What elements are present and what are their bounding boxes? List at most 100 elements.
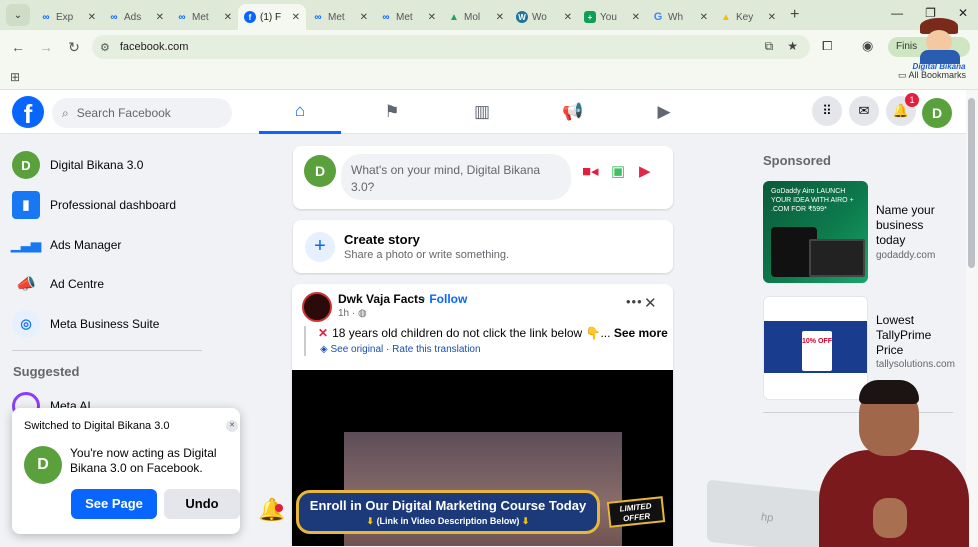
install-app-icon[interactable]: ⧉: [765, 39, 774, 54]
forward-icon[interactable]: →: [32, 39, 60, 55]
reload-icon[interactable]: ↻: [60, 39, 88, 56]
browser-tab[interactable]: + You ✕: [578, 4, 646, 30]
google-drive-icon: ▲: [449, 11, 459, 23]
browser-tab[interactable]: W Wo ✕: [510, 4, 578, 30]
tab-search-dropdown[interactable]: ⌄: [6, 4, 30, 26]
toast-close-icon[interactable]: ✕: [226, 420, 238, 432]
dashboard-chart-icon: ▮: [12, 191, 40, 219]
minimize-icon[interactable]: —: [891, 6, 903, 20]
translation-links[interactable]: ◈ See original · Rate this translation: [320, 344, 481, 355]
undo-button[interactable]: Undo: [164, 489, 240, 519]
close-tab-icon[interactable]: ✕: [700, 12, 708, 23]
post-meta: 1h · ◍: [338, 308, 367, 319]
browser-tab[interactable]: ▲ Mol ✕: [442, 4, 510, 30]
see-page-button[interactable]: See Page: [71, 489, 157, 519]
close-tab-icon[interactable]: ✕: [360, 12, 368, 23]
menu-button[interactable]: ⠿: [812, 96, 842, 126]
business-suite-icon: ◎: [12, 310, 40, 338]
close-tab-icon[interactable]: ✕: [88, 12, 96, 23]
sidebar-item-label: Professional dashboard: [50, 198, 177, 212]
meta-icon: ∞: [42, 11, 50, 23]
ad-title[interactable]: Lowest TallyPrime Price: [876, 313, 946, 358]
nav-home-tab[interactable]: ⌂: [259, 90, 341, 134]
google-icon: G: [653, 11, 663, 23]
account-avatar[interactable]: D: [922, 98, 952, 128]
composer-input[interactable]: What's on your mind, Digital Bikana 3.0?: [341, 154, 571, 200]
grid-menu-icon: ⠿: [822, 103, 832, 118]
create-story-card[interactable]: + Create story Share a photo or write so…: [293, 220, 673, 273]
back-icon[interactable]: ←: [4, 39, 32, 55]
facebook-icon: f: [244, 11, 256, 23]
ad-image-godaddy[interactable]: GoDaddy Airo LAUNCH YOUR IDEA WITH AIRO …: [763, 181, 868, 283]
video-icon: ▶: [657, 102, 671, 121]
reel-icon[interactable]: ▶: [639, 162, 651, 180]
apps-grid-icon[interactable]: ⊞: [10, 70, 20, 84]
browser-tab-strip: ⌄ ∞ Exp ✕ ∞ Ads ✕ ∞ Met ✕ f (1) F ✕ ∞ Met ✕ ∞ Met ✕ …: [0, 0, 978, 30]
presenter-hand: [873, 498, 907, 538]
profile-icon[interactable]: ◉: [862, 38, 873, 54]
site-info-icon[interactable]: ⚙: [100, 41, 110, 54]
close-tab-icon[interactable]: ✕: [156, 12, 164, 23]
scrollbar-thumb[interactable]: [968, 98, 975, 268]
search-input[interactable]: ⌕ Search Facebook: [52, 98, 232, 128]
browser-tab[interactable]: ∞ Ads ✕: [102, 4, 170, 30]
wordpress-icon: W: [516, 11, 528, 23]
home-icon: ⌂: [294, 100, 306, 120]
megaphone-icon: 📣: [16, 276, 36, 293]
messenger-icon: ✉: [858, 103, 870, 118]
translate-icon: ◈: [320, 344, 331, 355]
channel-brand-badge: Digital Bikana: [906, 12, 972, 74]
new-tab-icon[interactable]: +: [790, 6, 799, 24]
sidebar-item-meta-business-suite[interactable]: ◎ Meta Business Suite: [12, 310, 159, 338]
extensions-icon[interactable]: ⧠: [822, 38, 832, 54]
close-tab-icon[interactable]: ✕: [496, 12, 504, 23]
sponsored-heading: Sponsored: [763, 153, 831, 168]
browser-tab[interactable]: G Wh ✕: [646, 4, 714, 30]
more-options-icon[interactable]: •••: [626, 294, 643, 309]
browser-tab[interactable]: ∞ Exp ✕: [34, 4, 102, 30]
browser-tab-active[interactable]: f (1) F ✕: [238, 4, 306, 30]
flag-icon: ⚑: [384, 102, 400, 121]
browser-tab[interactable]: ∞ Met ✕: [306, 4, 374, 30]
sidebar-item-ad-centre[interactable]: 📣 Ad Centre: [12, 270, 104, 298]
ad-title[interactable]: Name your business today: [876, 203, 946, 248]
follow-link[interactable]: · Follow: [422, 292, 467, 306]
close-tab-icon[interactable]: ✕: [428, 12, 436, 23]
messenger-button[interactable]: ✉: [849, 96, 879, 126]
browser-tab[interactable]: ∞ Met ✕: [374, 4, 442, 30]
create-story-title: Create story: [344, 232, 420, 247]
sidebar-item-professional-dashboard[interactable]: ▮ Professional dashboard: [12, 191, 176, 219]
toast-title: Switched to Digital Bikana 3.0: [24, 420, 170, 432]
live-video-icon[interactable]: ■◂: [582, 162, 599, 180]
sidebar-item-label: Ad Centre: [50, 277, 105, 291]
see-more-link[interactable]: See more: [614, 326, 668, 340]
google-sheets-icon: +: [584, 11, 596, 23]
browser-tab[interactable]: ▲ Key ✕: [714, 4, 782, 30]
close-tab-icon[interactable]: ✕: [224, 12, 232, 23]
post-author-name[interactable]: Dwk Vaja Facts: [338, 292, 425, 306]
bookmark-star-icon[interactable]: ★: [787, 39, 798, 54]
meta-icon: ∞: [314, 11, 322, 23]
url-field[interactable]: ⚙ facebook.com ⧉ ★: [92, 35, 810, 59]
switched-profile-toast: Switched to Digital Bikana 3.0 ✕ D You'r…: [12, 408, 240, 534]
nav-insights-tab[interactable]: ▥: [441, 90, 523, 134]
brand-name: Digital Bikana: [912, 62, 966, 71]
sidebar-item-profile[interactable]: D Digital Bikana 3.0: [12, 151, 143, 179]
sidebar-item-ads-manager[interactable]: ▁▃▅ Ads Manager: [11, 231, 122, 259]
facebook-logo[interactable]: f: [12, 96, 44, 129]
nav-ads-tab[interactable]: 📢: [532, 90, 614, 134]
hide-post-icon[interactable]: ✕: [644, 294, 657, 312]
close-tab-icon[interactable]: ✕: [292, 12, 300, 23]
post-author-avatar[interactable]: [302, 292, 332, 322]
address-toolbar: ← → ↻ ⚙ facebook.com ⧉ ★ ⧠ ◉: [0, 30, 978, 64]
ad-domain: godaddy.com: [876, 250, 936, 261]
down-arrow-icon: ⬇: [519, 516, 530, 526]
nav-pages-tab[interactable]: ⚑: [351, 90, 433, 134]
sidebar-item-label: Ads Manager: [50, 238, 122, 252]
browser-tab[interactable]: ∞ Met ✕: [170, 4, 238, 30]
close-tab-icon[interactable]: ✕: [768, 12, 776, 23]
photo-icon[interactable]: ▣: [611, 162, 625, 180]
close-tab-icon[interactable]: ✕: [632, 12, 640, 23]
nav-video-tab[interactable]: ▶: [623, 90, 705, 134]
close-tab-icon[interactable]: ✕: [564, 12, 572, 23]
